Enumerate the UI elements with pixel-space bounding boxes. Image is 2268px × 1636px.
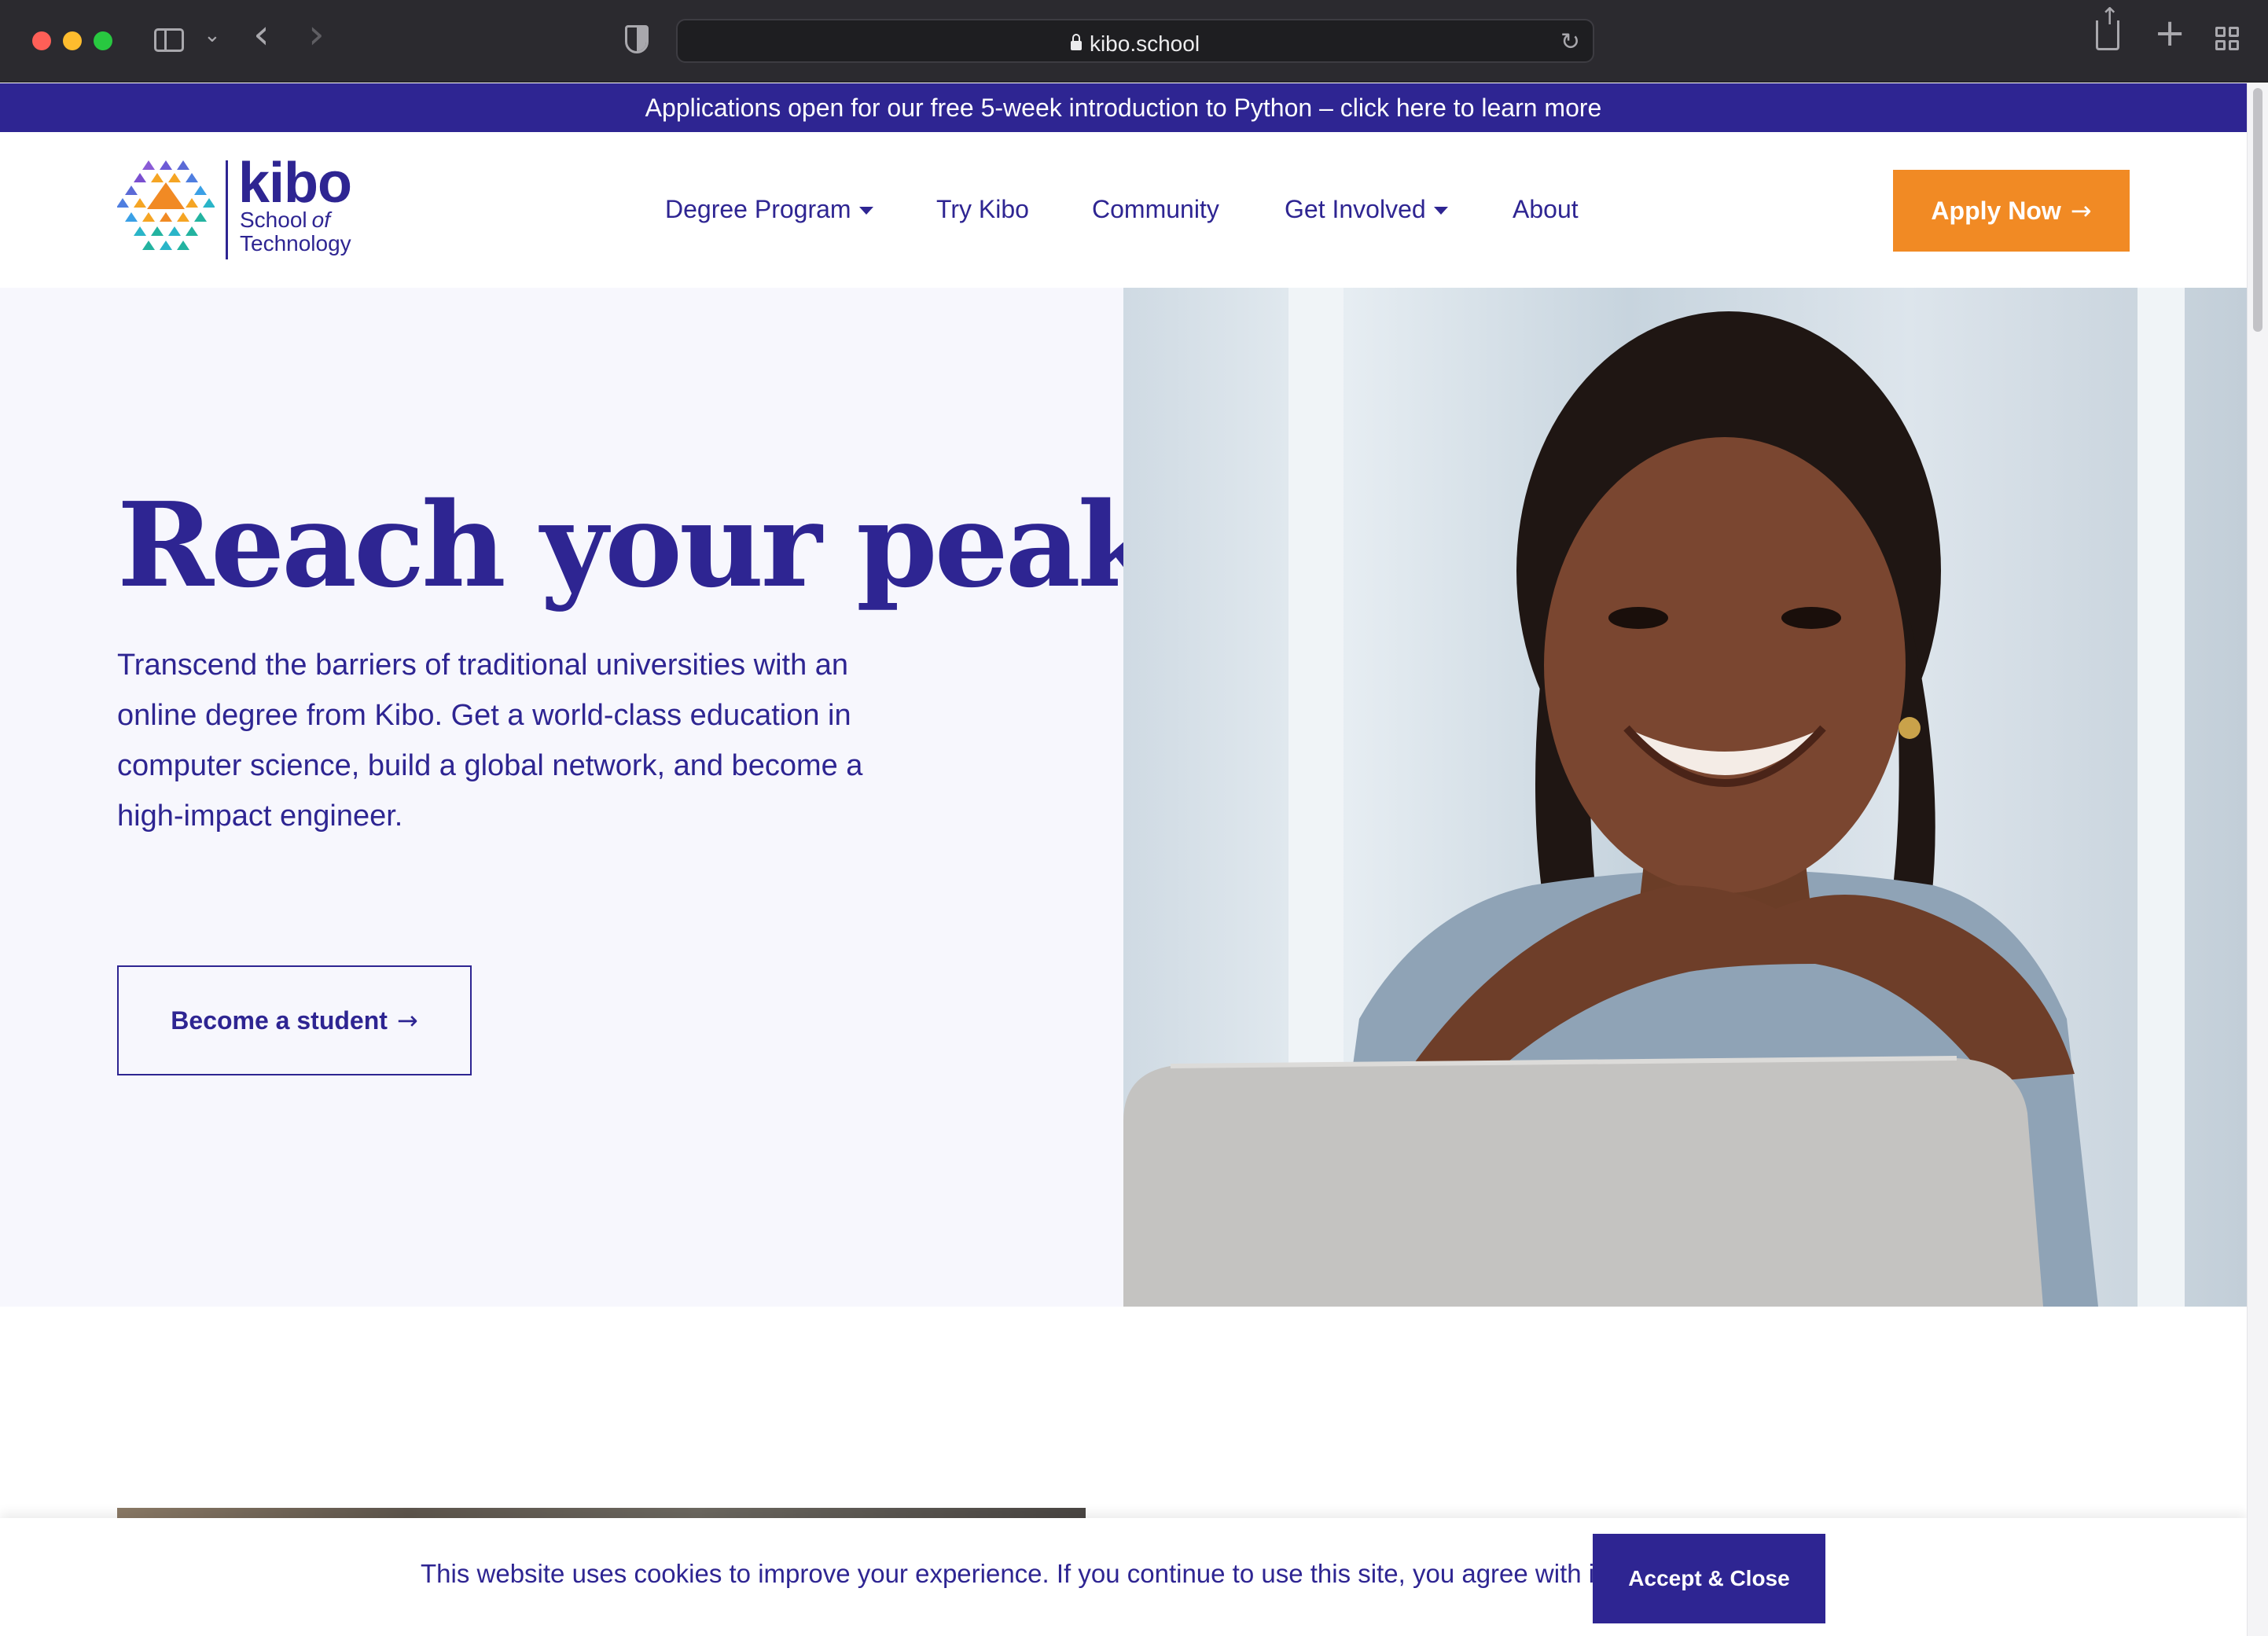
logo-subtitle-line1: School of <box>240 208 330 232</box>
close-window-icon[interactable] <box>32 31 51 50</box>
nav-get-involved[interactable]: Get Involved <box>1285 195 1448 224</box>
announcement-bar[interactable]: Applications open for our free 5-week in… <box>0 83 2247 132</box>
new-tab-icon[interactable]: + <box>2154 14 2185 52</box>
zoom-window-icon[interactable] <box>94 31 112 50</box>
caret-down-icon <box>1433 207 1448 215</box>
hero-title: Reach your peak. <box>117 476 1196 613</box>
nav-about[interactable]: About <box>1513 195 1579 224</box>
logo-wordmark: kibo <box>238 152 352 215</box>
url-text: kibo.school <box>1089 31 1200 56</box>
accept-close-button[interactable]: Accept & Close <box>1593 1534 1825 1623</box>
nav-degree-program[interactable]: Degree Program <box>665 195 873 224</box>
arrow-right-icon: → <box>2070 196 2092 226</box>
logo-subtitle-line2: Technology <box>240 231 351 256</box>
hero-section: Reach your peak. Transcend the barriers … <box>0 288 2247 1307</box>
minimize-window-icon[interactable] <box>63 31 82 50</box>
kibo-logo[interactable]: kibo School of Technology <box>117 152 377 263</box>
nav-community[interactable]: Community <box>1092 195 1219 224</box>
nav-try-kibo[interactable]: Try Kibo <box>936 195 1029 224</box>
forward-icon[interactable]: › <box>308 14 325 55</box>
logo-mark-icon <box>117 160 215 250</box>
address-bar[interactable]: kibo.school ↻ <box>676 19 1594 63</box>
reload-icon[interactable]: ↻ <box>1560 28 1580 56</box>
chevron-down-icon[interactable]: ⌄ <box>204 24 221 47</box>
hero-description: Transcend the barriers of traditional un… <box>117 649 863 833</box>
cookie-message: This website uses cookies to improve you… <box>421 1559 1609 1588</box>
sidebar-icon[interactable] <box>154 28 184 52</box>
logo-divider <box>226 160 228 259</box>
web-page: Applications open for our free 5-week in… <box>0 83 2247 1636</box>
hero-photo <box>1123 288 2247 1307</box>
become-student-button[interactable]: Become a student → <box>117 965 472 1075</box>
share-icon[interactable] <box>2096 3 2119 50</box>
shield-icon[interactable] <box>625 25 649 53</box>
page-scrollbar[interactable] <box>2247 83 2268 1636</box>
scrollbar-thumb[interactable] <box>2253 88 2262 332</box>
back-icon[interactable]: ‹ <box>253 14 270 55</box>
site-header: kibo School of Technology Degree Program … <box>0 132 2247 288</box>
tab-overview-icon[interactable] <box>2215 27 2240 52</box>
browser-toolbar: ⌄ ‹ › kibo.school ↻ + <box>0 0 2268 83</box>
lock-icon <box>1070 34 1082 50</box>
caret-down-icon <box>858 207 873 215</box>
student-portrait-image <box>1123 311 2098 1307</box>
apply-now-button[interactable]: Apply Now → <box>1893 170 2130 252</box>
cookie-banner: This website uses cookies to improve you… <box>0 1518 2247 1636</box>
arrow-right-icon: → <box>396 1005 418 1035</box>
